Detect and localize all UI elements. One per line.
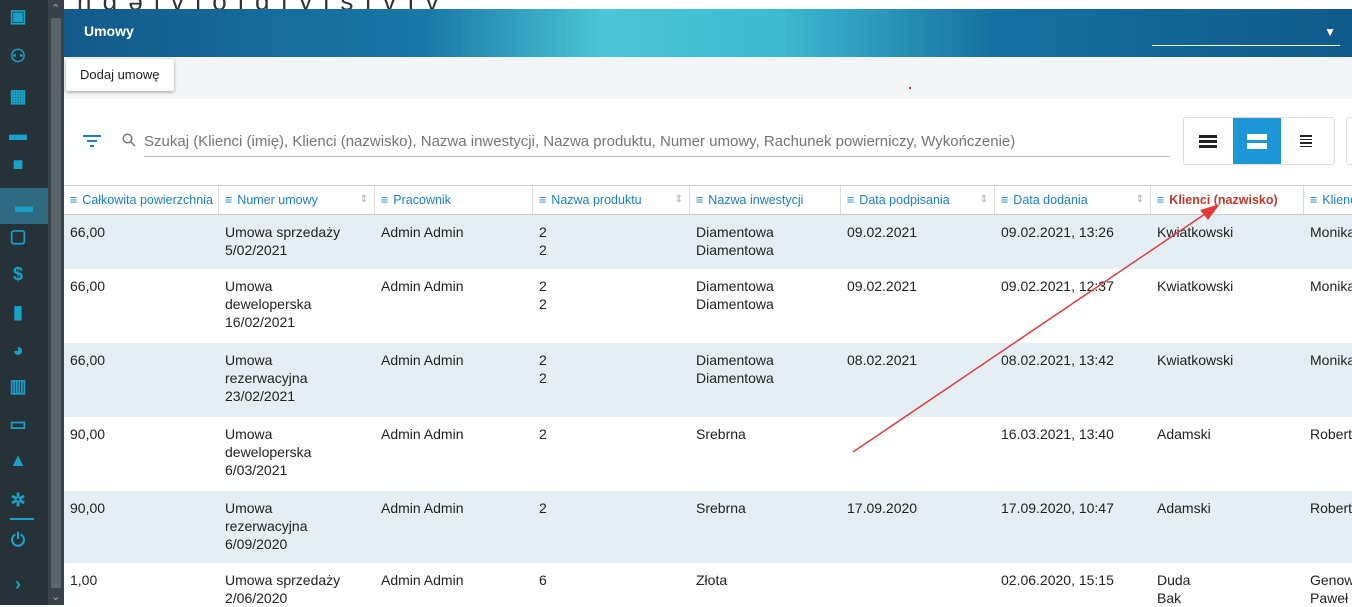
bar-chart-icon[interactable]: ▥ (8, 376, 28, 396)
building-icon[interactable]: ▦ (8, 86, 28, 106)
chevron-right-icon[interactable]: › (8, 574, 28, 594)
column-header-employee[interactable]: ≡ Pracownik (375, 186, 533, 214)
column-header-product[interactable]: ≡ Nazwa produktu ⇕ (533, 186, 690, 214)
column-header-surname[interactable]: ≡ Klienci (nazwisko) (1151, 186, 1304, 214)
people-icon[interactable]: ⚇ (8, 46, 28, 66)
folder-icon[interactable]: ▬ (0, 188, 48, 224)
side-nav-rail: ▣ ⚇ ▦ ▬ ■ ▬ ▢ $ ▮ ◕ ▥ ▭ ▲ ✲ ⏻ › (0, 0, 48, 605)
table-header: ≡ Całkowita powierzchnia ≡ Numer umowy ⇕ ≡ P… (64, 186, 1352, 215)
power-icon[interactable]: ⏻ (8, 530, 28, 550)
column-filter-icon[interactable]: ≡ (381, 193, 388, 207)
column-header-number[interactable]: ≡ Numer umowy ⇕ (219, 186, 375, 214)
view-medium-button[interactable] (1233, 118, 1281, 164)
scroll-down-icon[interactable]: ⌄ (51, 590, 60, 603)
sort-icon[interactable]: ⇕ (675, 186, 683, 214)
column-header-signed[interactable]: ≡ Data podpisania ⇕ (841, 186, 995, 214)
view-compact-button[interactable] (1184, 118, 1232, 164)
inbox-icon[interactable]: ▢ (8, 226, 28, 246)
scroll-up-icon[interactable]: ⌃ (51, 2, 60, 15)
dollar-icon[interactable]: $ (8, 264, 28, 284)
stray-dot (909, 87, 911, 89)
sort-icon[interactable]: ⇕ (360, 186, 368, 214)
rail-scrollbar[interactable]: ⌃ ⌄ (48, 0, 64, 605)
store-icon[interactable]: ▬ (8, 124, 28, 144)
column-filter-icon[interactable]: ≡ (1157, 193, 1164, 207)
header-dropdown[interactable]: ▼ (1152, 23, 1340, 46)
chevron-down-icon[interactable]: ▼ (1324, 25, 1336, 39)
view-list-button[interactable] (1282, 118, 1330, 164)
filter-icon[interactable] (83, 132, 101, 153)
card-icon[interactable]: ▭ (8, 414, 28, 434)
contracts-table: ≡ Całkowita powierzchnia ≡ Numer umowy ⇕ ≡ P… (64, 185, 1352, 606)
table-row[interactable]: 90,00 Umowa rezerwacyjna 6/09/2020 Admin… (64, 491, 1352, 563)
pie-chart-icon[interactable]: ◕ (8, 340, 28, 360)
column-filter-icon[interactable]: ≡ (1001, 193, 1008, 207)
column-filter-icon[interactable]: ≡ (1310, 193, 1317, 207)
add-contract-button[interactable]: Dodaj umowę (66, 59, 174, 91)
sort-icon[interactable]: ⇕ (1136, 186, 1144, 214)
column-filter-icon[interactable]: ≡ (539, 193, 546, 207)
app-header: Umowy ▼ (64, 9, 1352, 57)
page-title: Umowy (84, 23, 134, 39)
column-header-added[interactable]: ≡ Data dodania ⇕ (995, 186, 1151, 214)
search-input[interactable] (144, 126, 1170, 157)
table-row[interactable]: 90,00 Umowa deweloperska 6/03/2021 Admin… (64, 417, 1352, 491)
rail-divider (10, 518, 34, 520)
table-row[interactable]: 66,00 Umowa deweloperska 16/02/2021 Admi… (64, 269, 1352, 343)
document-icon[interactable]: ▮ (8, 302, 28, 322)
column-filter-icon[interactable]: ≡ (225, 193, 232, 207)
column-filter-icon[interactable]: ≡ (70, 193, 77, 207)
scrollbar-thumb[interactable] (51, 18, 61, 588)
column-header-area[interactable]: ≡ Całkowita powierzchnia (64, 186, 219, 214)
table-row[interactable]: 66,00 Umowa rezerwacyjna 23/02/2021 Admi… (64, 343, 1352, 417)
view-density-toggle (1183, 117, 1335, 165)
column-header-investment[interactable]: ≡ Nazwa inwestycji (690, 186, 841, 214)
calendar-icon[interactable]: ▣ (8, 6, 28, 26)
column-header-firstname[interactable]: ≡Klienci (imię) (1304, 186, 1352, 214)
gear-icon[interactable]: ✲ (8, 490, 28, 510)
sort-icon[interactable]: ⇕ (980, 186, 988, 214)
toolbar: Dodaj umowę (64, 57, 1352, 99)
table-row[interactable]: 1,00 Umowa sprzedaży 2/06/2020 Admin Adm… (64, 563, 1352, 607)
more-options-button[interactable] (1346, 117, 1352, 165)
briefcase-icon[interactable]: ■ (8, 154, 28, 174)
warning-icon[interactable]: ▲ (8, 450, 28, 470)
search-icon (122, 133, 136, 150)
table-row[interactable]: 66,00 Umowa sprzedaży 5/02/2021 Admin Ad… (64, 215, 1352, 269)
column-filter-icon[interactable]: ≡ (847, 193, 854, 207)
column-filter-icon[interactable]: ≡ (696, 193, 703, 207)
